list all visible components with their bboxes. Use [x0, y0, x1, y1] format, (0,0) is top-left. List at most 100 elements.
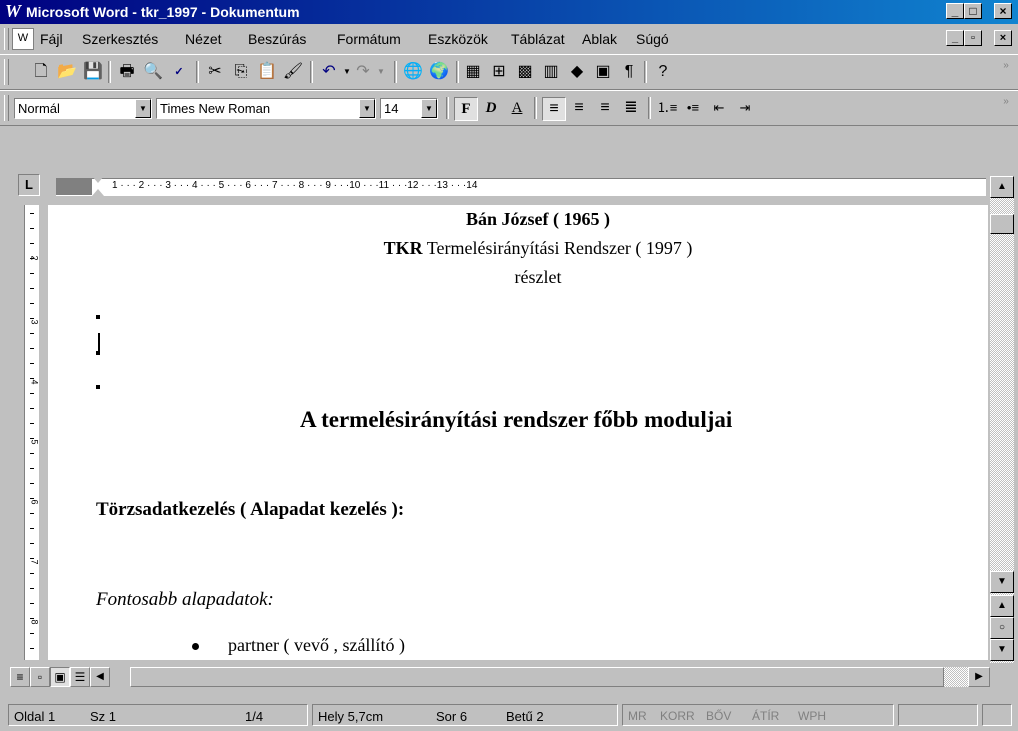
vruler-tick: [30, 453, 34, 454]
indicator-extend[interactable]: BŐV: [706, 709, 731, 723]
align-right-icon[interactable]: ≡: [594, 97, 616, 119]
save-icon[interactable]: 💾: [82, 61, 104, 83]
menu-help[interactable]: Súgó: [636, 31, 669, 47]
status-line: Sor 6: [436, 709, 468, 724]
hscroll-thumb[interactable]: [130, 667, 944, 687]
menu-insert[interactable]: Beszúrás: [248, 31, 306, 47]
toolbar-separator: [108, 61, 111, 83]
chevron-down-icon[interactable]: ▼: [421, 99, 437, 118]
paragraph-mark: [96, 385, 100, 389]
print-layout-button[interactable]: ▣: [50, 667, 70, 687]
align-left-icon[interactable]: ≡: [542, 97, 566, 121]
columns-icon[interactable]: ▥: [540, 61, 562, 83]
vruler-number: 3: [29, 319, 40, 325]
style-select[interactable]: Normál ▼: [14, 98, 152, 119]
document-map-icon[interactable]: ▣: [592, 61, 614, 83]
document-icon[interactable]: W: [12, 28, 34, 50]
doc-minimize-button[interactable]: _: [946, 30, 964, 46]
font-size-select[interactable]: 14 ▼: [380, 98, 438, 119]
scroll-right-button[interactable]: ▶: [968, 667, 990, 687]
insert-excel-icon[interactable]: ▩: [514, 61, 536, 83]
first-line-indent-marker[interactable]: [92, 176, 104, 183]
view-buttons: ≡ ▫ ▣ ☰ ◀: [10, 667, 130, 687]
increase-indent-icon[interactable]: ⇥: [734, 97, 756, 119]
indicator-record[interactable]: MR: [628, 709, 647, 723]
outline-view-button[interactable]: ☰: [70, 667, 90, 687]
vruler-tick: [30, 498, 34, 499]
paste-icon[interactable]: 📋: [256, 61, 278, 83]
hanging-indent-marker[interactable]: [92, 189, 104, 196]
maximize-button[interactable]: □: [964, 3, 982, 19]
chevron-down-icon[interactable]: ▼: [359, 99, 375, 118]
chevron-down-icon[interactable]: ▼: [135, 99, 151, 118]
copy-icon[interactable]: ⎘: [230, 61, 252, 83]
horizontal-scrollbar[interactable]: ▶: [130, 667, 990, 687]
redo-dropdown-icon[interactable]: ▼: [370, 61, 392, 83]
menu-tools[interactable]: Eszközök: [428, 31, 488, 47]
new-document-icon[interactable]: 🗋: [30, 61, 52, 83]
vertical-ruler[interactable]: 2 3 4 5 6 7 8: [18, 205, 48, 660]
word-app-icon[interactable]: W: [5, 1, 21, 22]
doc-restore-button[interactable]: ▫: [964, 30, 982, 46]
drawing-icon[interactable]: ◆: [566, 61, 588, 83]
next-page-button[interactable]: ▼: [990, 639, 1014, 661]
italic-button[interactable]: D: [480, 97, 502, 119]
toolbar-grip[interactable]: [4, 59, 9, 85]
scroll-left-button[interactable]: ◀: [90, 667, 110, 687]
doc-close-button[interactable]: ×: [994, 30, 1012, 46]
web-toolbar-icon[interactable]: 🌍: [428, 61, 450, 83]
minimize-button[interactable]: _: [946, 3, 964, 19]
tables-borders-icon[interactable]: ▦: [462, 61, 484, 83]
toolbar-separator: [456, 61, 459, 83]
toolbar-grip[interactable]: [4, 95, 9, 121]
justify-icon[interactable]: ≣: [620, 97, 642, 119]
cut-icon[interactable]: ✂: [204, 61, 226, 83]
document-page[interactable]: Bán József ( 1965 ) TKR Termelésirányítá…: [48, 205, 988, 660]
menu-grip[interactable]: [4, 28, 9, 50]
indicator-overtype[interactable]: ÁTÍR: [752, 709, 779, 723]
status-section: Sz 1: [90, 709, 117, 724]
numbering-icon[interactable]: ⒈≡: [656, 97, 678, 119]
decrease-indent-icon[interactable]: ⇤: [708, 97, 730, 119]
print-icon[interactable]: 🖶: [116, 61, 138, 83]
indicator-wordperfect[interactable]: WPH: [798, 709, 826, 723]
show-hide-icon[interactable]: ¶: [618, 61, 640, 83]
menu-table[interactable]: Táblázat: [511, 31, 565, 47]
more-buttons-icon[interactable]: »: [995, 91, 1017, 113]
more-buttons-icon[interactable]: »: [995, 55, 1017, 77]
scroll-up-button[interactable]: ▲: [990, 176, 1014, 198]
bullets-icon[interactable]: •≡: [682, 97, 704, 119]
vruler-tick: [30, 633, 34, 634]
size-grip[interactable]: [982, 704, 1012, 726]
menu-view[interactable]: Nézet: [185, 31, 222, 47]
menu-window[interactable]: Ablak: [582, 31, 617, 47]
insert-table-icon[interactable]: ⊞: [488, 61, 510, 83]
vruler-tick: [30, 258, 34, 259]
title-bar[interactable]: W Microsoft Word - tkr_1997 - Dokumentum…: [0, 0, 1018, 24]
align-center-icon[interactable]: ≡: [568, 97, 590, 119]
horizontal-ruler[interactable]: 1 · · · 2 · · · 3 · · · 4 · · · 5 · · · …: [18, 172, 988, 202]
bold-button[interactable]: F: [454, 97, 478, 121]
spelling-icon[interactable]: ✓: [168, 61, 190, 83]
close-button[interactable]: ×: [994, 3, 1012, 19]
scroll-thumb[interactable]: [990, 214, 1014, 234]
open-folder-icon[interactable]: 📂: [56, 61, 78, 83]
select-browse-object-button[interactable]: ○: [990, 617, 1014, 639]
font-select[interactable]: Times New Roman ▼: [156, 98, 376, 119]
web-layout-button[interactable]: ▫: [30, 667, 50, 687]
underline-button[interactable]: A: [506, 97, 528, 119]
indicator-track-changes[interactable]: KORR: [660, 709, 695, 723]
vertical-scrollbar[interactable]: ▲ ▼ ▲ ○ ▼: [990, 176, 1014, 663]
format-painter-icon[interactable]: 🖌: [282, 61, 304, 83]
previous-page-button[interactable]: ▲: [990, 595, 1014, 617]
scroll-down-button[interactable]: ▼: [990, 571, 1014, 593]
menu-edit[interactable]: Szerkesztés: [82, 31, 158, 47]
menu-format[interactable]: Formátum: [337, 31, 401, 47]
window-title: Microsoft Word - tkr_1997 - Dokumentum: [26, 4, 300, 20]
hyperlink-icon[interactable]: 🌐: [402, 61, 424, 83]
print-preview-icon[interactable]: 🔍: [142, 61, 164, 83]
menu-file[interactable]: Fájl: [40, 31, 63, 47]
normal-view-button[interactable]: ≡: [10, 667, 30, 687]
vruler-tick: [30, 303, 34, 304]
office-assistant-icon[interactable]: ?: [652, 61, 674, 83]
